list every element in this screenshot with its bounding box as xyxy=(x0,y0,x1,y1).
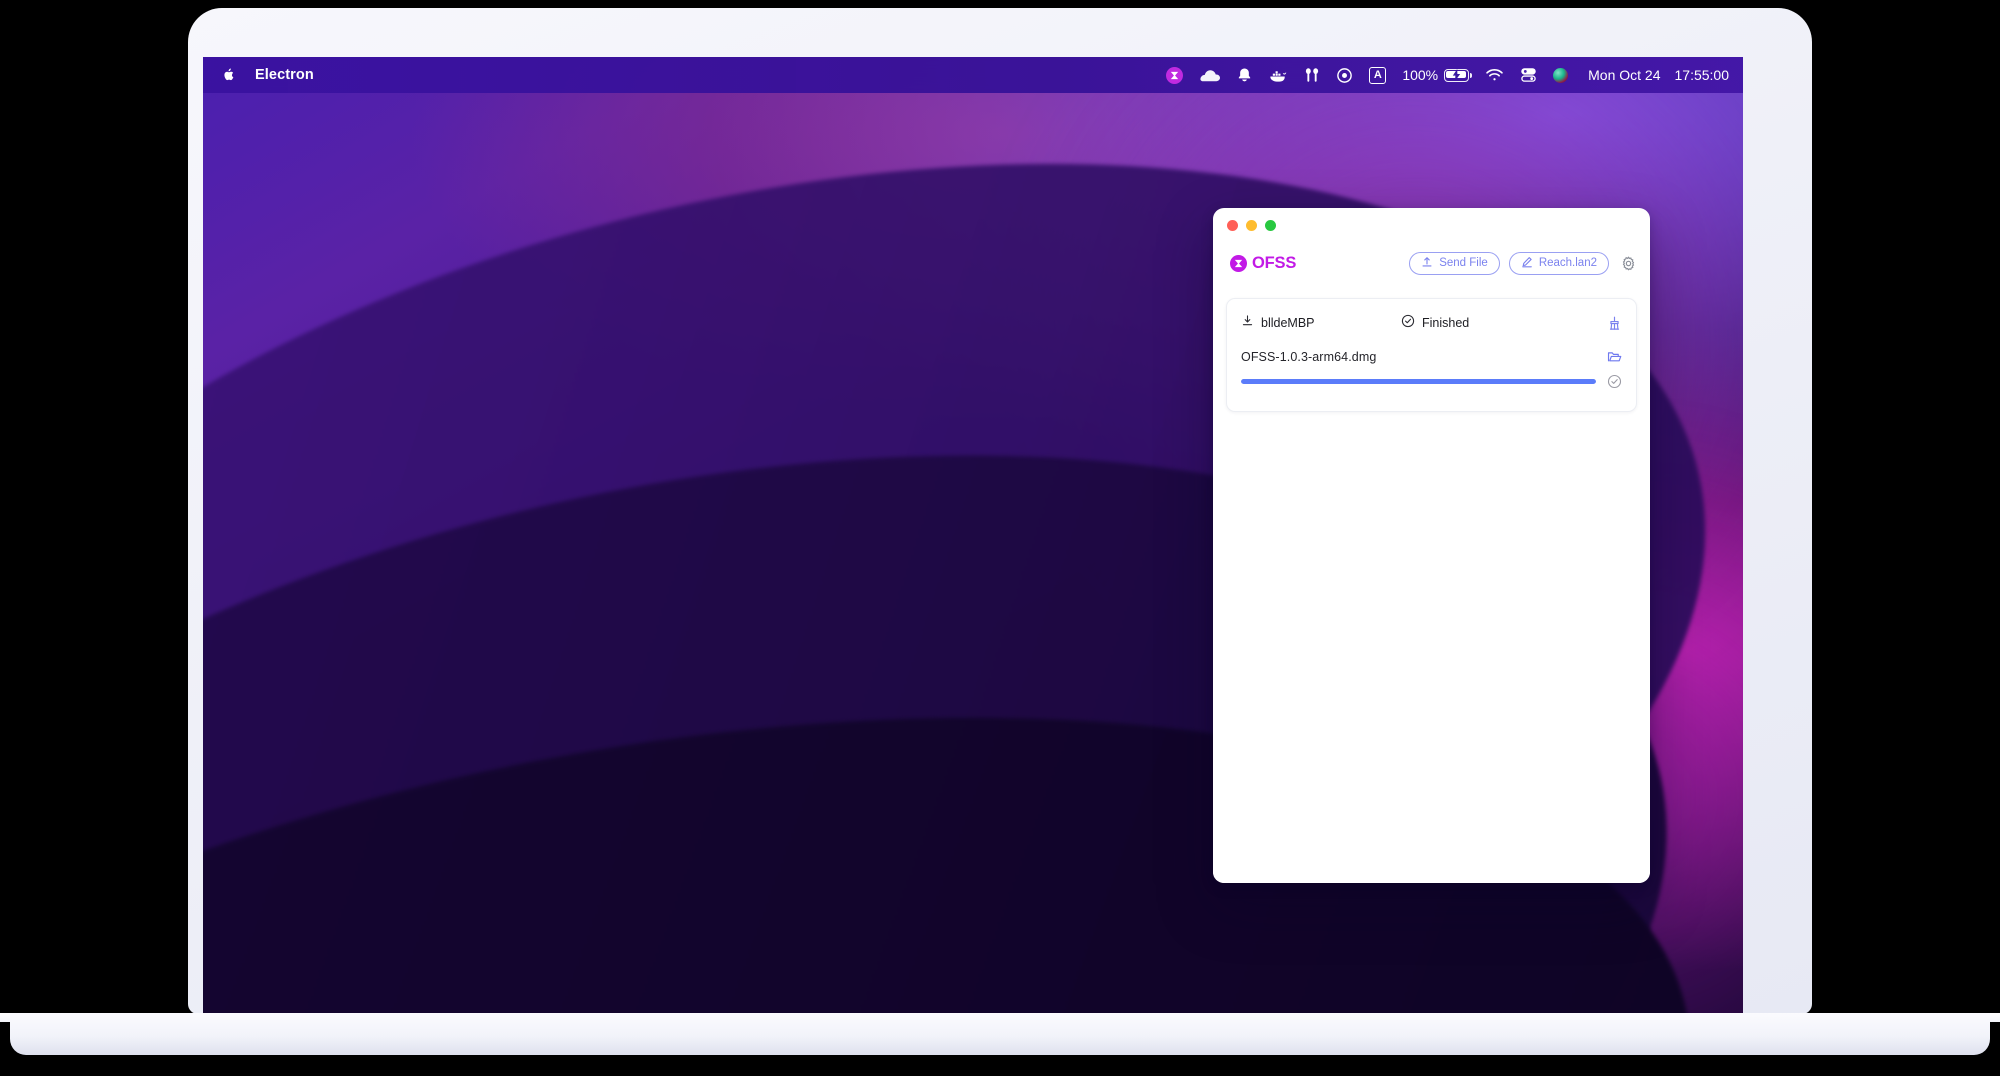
progress-bar[interactable] xyxy=(1241,379,1596,384)
wifi-icon[interactable] xyxy=(1485,68,1504,82)
siri-orb-icon[interactable] xyxy=(1553,67,1569,83)
maximize-button[interactable] xyxy=(1265,219,1276,231)
transfer-status: Finished xyxy=(1401,314,1607,333)
transfer-card[interactable]: blldeMBP Finished OFSS-1.0.3-arm64.dmg xyxy=(1226,298,1637,412)
laptop-screen: Electron A 100% Mon Oct 24 17:55:00 OFSS… xyxy=(203,57,1743,1013)
menubar-date[interactable]: Mon Oct 24 xyxy=(1588,67,1660,83)
check-circle-icon[interactable] xyxy=(1607,374,1622,389)
reach-device-label: Reach.lan2 xyxy=(1538,257,1597,269)
progress-row xyxy=(1241,374,1622,389)
download-icon xyxy=(1241,314,1254,332)
app-brand: OFSS xyxy=(1230,254,1296,273)
file-name: OFSS-1.0.3-arm64.dmg xyxy=(1241,350,1377,364)
file-row: OFSS-1.0.3-arm64.dmg xyxy=(1241,350,1622,364)
app-header: OFSS Send File Reach.lan2 xyxy=(1213,242,1650,284)
onedrive-cloud-icon[interactable] xyxy=(1199,68,1221,83)
ofss-app-window: OFSS Send File Reach.lan2 blldeMBP Finis… xyxy=(1213,208,1650,883)
screenshot-root: Electron A 100% Mon Oct 24 17:55:00 OFSS… xyxy=(0,0,2000,1076)
edit-pencil-icon xyxy=(1521,256,1533,271)
upload-icon xyxy=(1421,256,1433,271)
app-brand-name: OFSS xyxy=(1252,253,1297,272)
control-center-icon[interactable] xyxy=(1520,67,1537,83)
laptop-base xyxy=(10,1013,1990,1055)
battery-status[interactable]: 100% xyxy=(1402,67,1473,83)
app-titlebar[interactable] xyxy=(1213,208,1650,242)
battery-icon xyxy=(1444,68,1473,82)
menubar-time[interactable]: 17:55:00 xyxy=(1675,67,1730,83)
open-folder-icon[interactable] xyxy=(1607,350,1622,364)
display-bell-icon[interactable] xyxy=(1236,67,1253,84)
airpods-icon[interactable] xyxy=(1304,67,1320,84)
input-source-icon[interactable]: A xyxy=(1369,66,1387,84)
apple-logo-icon[interactable] xyxy=(220,66,235,84)
broom-icon[interactable] xyxy=(1607,316,1622,331)
macos-menu-bar: Electron A 100% Mon Oct 24 17:55:00 xyxy=(203,57,1743,93)
progress-bar-fill xyxy=(1241,379,1596,384)
app-body: blldeMBP Finished OFSS-1.0.3-arm64.dmg xyxy=(1213,284,1650,883)
header-actions: Send File Reach.lan2 xyxy=(1409,251,1636,275)
reach-device-button[interactable]: Reach.lan2 xyxy=(1508,251,1609,275)
peer-name: blldeMBP xyxy=(1261,316,1315,330)
close-button[interactable] xyxy=(1227,219,1238,231)
check-circle-icon xyxy=(1401,314,1415,333)
record-circle-icon[interactable] xyxy=(1336,67,1353,84)
battery-percent-label: 100% xyxy=(1402,67,1439,83)
transfer-header-row: blldeMBP Finished xyxy=(1241,312,1622,334)
docker-whale-icon[interactable] xyxy=(1269,68,1288,83)
minimize-button[interactable] xyxy=(1246,219,1257,231)
send-file-button[interactable]: Send File xyxy=(1409,251,1500,275)
peer-info: blldeMBP xyxy=(1241,314,1401,332)
gear-icon[interactable] xyxy=(1621,255,1636,271)
transfer-status-label: Finished xyxy=(1422,316,1470,330)
ofss-logo-icon xyxy=(1230,254,1247,272)
menubar-app-name[interactable]: Electron xyxy=(255,67,314,83)
ofss-menu-icon[interactable] xyxy=(1166,66,1184,84)
send-file-label: Send File xyxy=(1439,257,1488,269)
